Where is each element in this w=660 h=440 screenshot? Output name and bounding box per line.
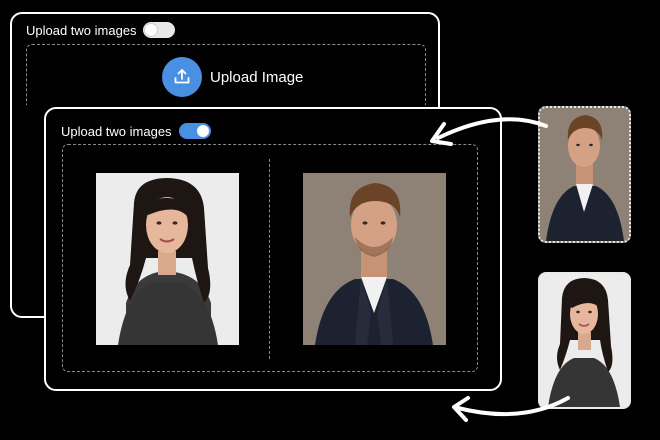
thumbnail-woman[interactable] [538,272,631,409]
toggle-row: Upload two images [61,123,211,139]
woman-portrait-image [96,173,239,345]
scene: Upload two images Upload Image Upload tw… [0,0,660,440]
upload-icon[interactable] [162,57,202,97]
two-image-dropzone[interactable] [62,144,478,372]
man-portrait-image [303,173,446,345]
image-divider [269,159,270,359]
thumbnail-man[interactable] [538,106,631,243]
arrow-to-window-icon [430,117,548,146]
arrow-return-icon [452,396,570,422]
toggle-label: Upload two images [61,123,172,139]
toggle-knob [144,24,157,36]
two-images-toggle-off[interactable] [142,22,175,38]
upload-image-button[interactable]: Upload Image [162,57,303,97]
toggle-label: Upload two images [26,22,137,38]
upload-image-label[interactable]: Upload Image [210,69,303,86]
toggle-knob [196,125,209,137]
toggle-row: Upload two images [26,22,175,38]
two-images-toggle-on[interactable] [178,123,211,139]
